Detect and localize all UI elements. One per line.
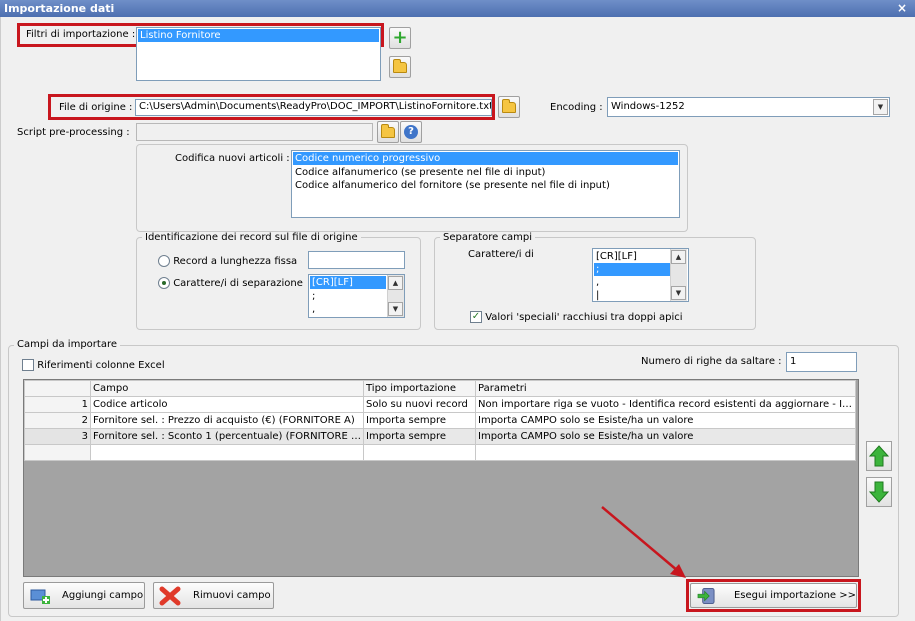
cell-campo[interactable]: Fornitore sel. : Prezzo di acquisto (€) … xyxy=(90,412,364,429)
cell-parametri[interactable]: Importa CAMPO solo se Esiste/ha un valor… xyxy=(475,428,856,445)
codifica-item[interactable]: Codice numerico progressivo xyxy=(293,152,678,165)
cell-parametri[interactable]: Non importare riga se vuoto - Identifica… xyxy=(475,396,856,413)
cell-tipo[interactable]: Solo su nuovi record xyxy=(363,396,476,413)
cell-tipo[interactable]: Importa sempre xyxy=(363,428,476,445)
script-label: Script pre-processing : xyxy=(17,127,130,138)
column-header[interactable]: Tipo importazione xyxy=(363,380,476,397)
filtri-list[interactable]: Listino Fornitore xyxy=(136,27,381,81)
script-input[interactable] xyxy=(136,123,373,141)
browse-script-button[interactable] xyxy=(377,121,399,143)
fields-grid: Campo Tipo importazione Parametri 1 Codi… xyxy=(23,379,859,577)
window-title: Importazione dati xyxy=(4,2,115,15)
table-row[interactable]: 3 Fornitore sel. : Sconto 1 (percentuale… xyxy=(24,428,856,445)
cell-tipo[interactable] xyxy=(363,444,476,461)
special-values-checkbox[interactable]: ✓ Valori 'speciali' racchiusi tra doppi … xyxy=(470,311,683,325)
window-title-bar: Importazione dati xyxy=(0,0,915,17)
file-origine-label: File di origine : xyxy=(59,102,133,113)
cell-parametri[interactable]: Importa CAMPO solo se Esiste/ha un valor… xyxy=(475,412,856,429)
cell-campo[interactable]: Codice articolo xyxy=(90,396,364,413)
righe-label: Numero di righe da saltare : xyxy=(641,356,782,367)
close-icon[interactable]: × xyxy=(897,1,907,15)
special-values-label: Valori 'speciali' racchiusi tra doppi ap… xyxy=(485,312,683,323)
identificazione-title: Identificazione dei record sul file di o… xyxy=(142,232,361,244)
browse-file-button[interactable] xyxy=(498,96,520,118)
folder-icon xyxy=(393,58,407,73)
scroll-up-icon[interactable]: ▲ xyxy=(671,250,686,264)
campi-title: Campi da importare xyxy=(14,339,120,351)
cell-campo[interactable] xyxy=(90,444,364,461)
radio-sep-label: Carattere/i di separazione xyxy=(173,278,303,289)
table-row[interactable]: 1 Codice articolo Solo su nuovi record N… xyxy=(24,396,856,413)
file-origine-input[interactable]: C:\Users\Admin\Documents\ReadyPro\DOC_IM… xyxy=(135,99,492,116)
chevron-down-icon[interactable]: ▼ xyxy=(873,99,888,115)
codifica-list[interactable]: Codice numerico progressivo Codice alfan… xyxy=(291,150,680,218)
remove-field-button[interactable]: Rimuovi campo xyxy=(153,582,274,609)
separatore-title: Separatore campi xyxy=(440,232,535,244)
arrow-up-icon xyxy=(869,445,889,467)
row-number: 1 xyxy=(24,396,91,413)
import-icon xyxy=(697,587,715,604)
table-row-empty[interactable] xyxy=(24,444,856,461)
add-field-icon xyxy=(30,589,50,604)
move-up-button[interactable] xyxy=(866,441,892,471)
remove-field-label: Rimuovi campo xyxy=(193,590,271,601)
checkbox-checked[interactable]: ✓ xyxy=(470,311,482,323)
excel-columns-checkbox[interactable]: Riferimenti colonne Excel xyxy=(22,359,165,373)
table-header-row: Campo Tipo importazione Parametri xyxy=(24,380,856,397)
add-filter-button[interactable]: + xyxy=(389,27,411,49)
righe-input[interactable]: 1 xyxy=(786,352,857,372)
run-import-label: Esegui importazione >> xyxy=(733,590,856,601)
row-number xyxy=(24,444,91,461)
script-help-button[interactable]: ? xyxy=(400,121,422,143)
radio-button[interactable] xyxy=(158,277,170,289)
separatore-label: Carattere/i di xyxy=(468,249,534,260)
separator-item[interactable]: ; xyxy=(594,263,670,276)
fixed-length-input[interactable] xyxy=(308,251,405,269)
add-field-label: Aggiungi campo xyxy=(62,590,144,601)
scroll-down-icon[interactable]: ▼ xyxy=(671,286,686,300)
column-header[interactable] xyxy=(24,380,91,397)
move-down-button[interactable] xyxy=(866,477,892,507)
codifica-item[interactable]: Codice alfanumerico del fornitore (se pr… xyxy=(293,179,678,192)
plus-icon: + xyxy=(392,27,408,48)
run-import-button[interactable]: Esegui importazione >> xyxy=(690,583,857,608)
filtri-label: Filtri di importazione : xyxy=(26,29,136,40)
folder-icon xyxy=(502,98,516,113)
column-header[interactable]: Parametri xyxy=(475,380,856,397)
encoding-label: Encoding : xyxy=(550,102,603,113)
excel-columns-label: Riferimenti colonne Excel xyxy=(37,360,165,371)
column-header[interactable]: Campo xyxy=(90,380,364,397)
remove-x-icon xyxy=(159,586,181,605)
codifica-item[interactable]: Codice alfanumerico (se presente nel fil… xyxy=(293,166,678,179)
table-row[interactable]: 2 Fornitore sel. : Prezzo di acquisto (€… xyxy=(24,412,856,429)
fields-table: Campo Tipo importazione Parametri 1 Codi… xyxy=(24,380,856,461)
checkbox[interactable] xyxy=(22,359,34,371)
cell-tipo[interactable]: Importa sempre xyxy=(363,412,476,429)
open-filter-button[interactable] xyxy=(389,56,411,78)
folder-icon xyxy=(381,123,395,138)
row-number: 2 xyxy=(24,412,91,429)
codifica-label: Codifica nuovi articoli : xyxy=(175,153,290,164)
radio-fixed-label: Record a lunghezza fissa xyxy=(173,256,298,267)
scroll-up-icon[interactable]: ▲ xyxy=(388,276,403,290)
arrow-down-icon xyxy=(869,481,889,503)
filtri-item[interactable]: Listino Fornitore xyxy=(138,29,379,42)
separator-item[interactable]: [CR][LF] xyxy=(310,276,386,289)
encoding-select[interactable]: Windows-1252 xyxy=(607,97,890,117)
scroll-down-icon[interactable]: ▼ xyxy=(388,302,403,316)
row-number: 3 xyxy=(24,428,91,445)
radio-button[interactable] xyxy=(158,255,170,267)
cell-parametri[interactable] xyxy=(475,444,856,461)
add-field-button[interactable]: Aggiungi campo xyxy=(23,582,145,609)
annotation-arrow-icon xyxy=(601,506,686,578)
encoding-value: Windows-1252 xyxy=(611,101,685,112)
cell-campo[interactable]: Fornitore sel. : Sconto 1 (percentuale) … xyxy=(90,428,364,445)
help-icon: ? xyxy=(404,125,418,139)
radio-fixed-length[interactable]: Record a lunghezza fissa xyxy=(158,255,297,269)
radio-separator[interactable]: Carattere/i di separazione xyxy=(158,277,303,291)
